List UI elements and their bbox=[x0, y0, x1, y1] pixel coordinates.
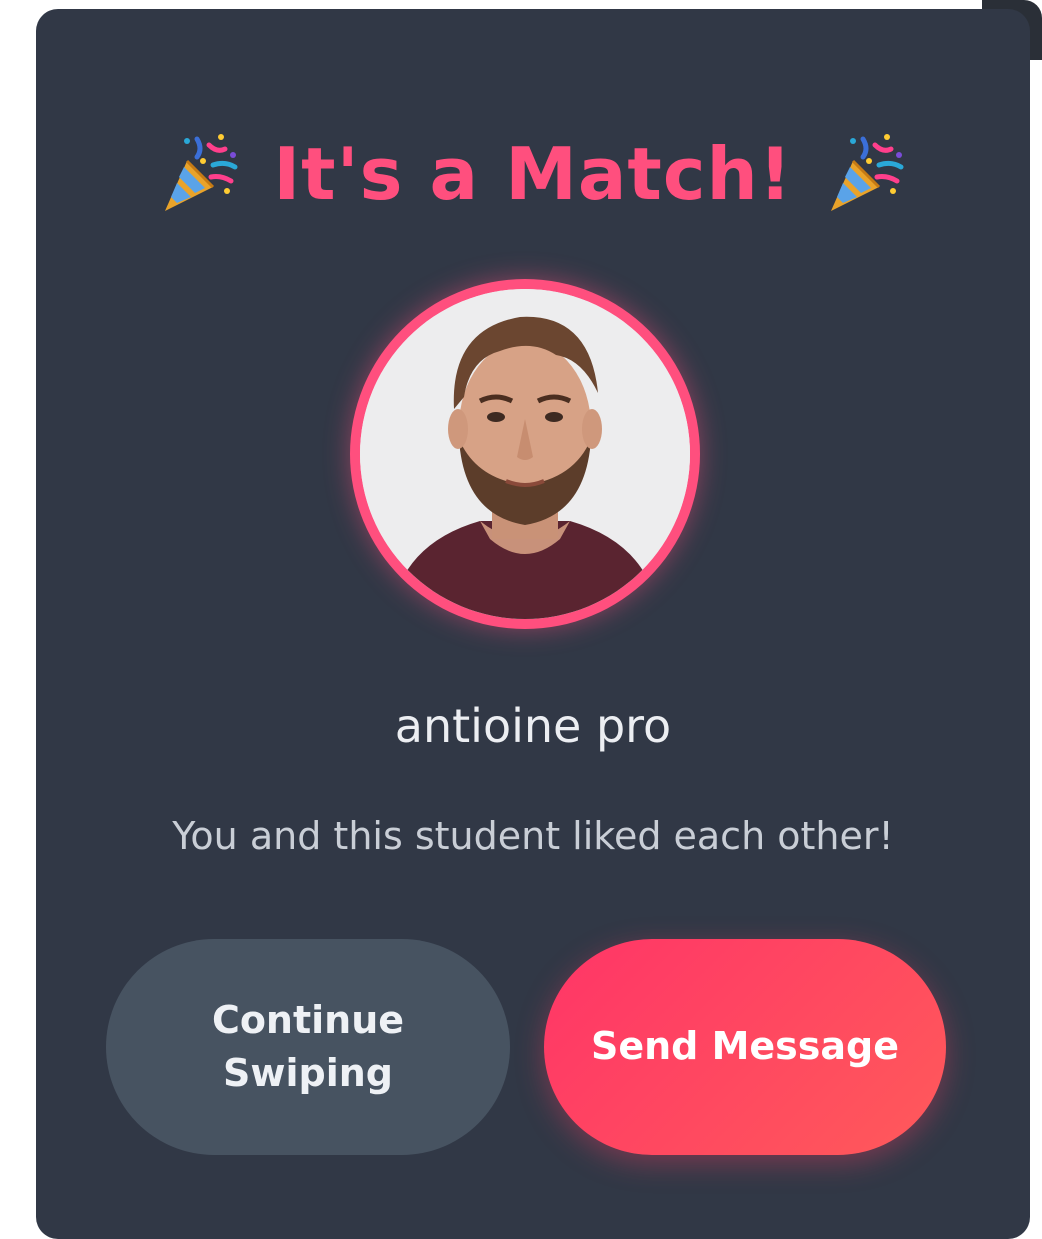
party-popper-icon bbox=[823, 131, 909, 217]
match-name: antioine pro bbox=[394, 699, 672, 753]
send-message-button[interactable]: Send Message bbox=[544, 939, 946, 1155]
match-subtitle: You and this student liked each other! bbox=[172, 814, 894, 858]
profile-photo bbox=[360, 289, 690, 619]
match-title: It's a Match! bbox=[273, 132, 793, 216]
avatar[interactable] bbox=[360, 289, 690, 619]
continue-swiping-label: Continue Swiping bbox=[211, 997, 405, 1095]
continue-swiping-button[interactable]: Continue Swiping bbox=[106, 939, 510, 1155]
avatar-ring bbox=[350, 279, 700, 629]
match-header: It's a Match! bbox=[36, 129, 1030, 219]
send-message-label: Send Message bbox=[590, 1024, 900, 1069]
party-popper-icon bbox=[157, 131, 243, 217]
match-dialog: It's a Match! antioine pro You and this … bbox=[36, 9, 1030, 1239]
